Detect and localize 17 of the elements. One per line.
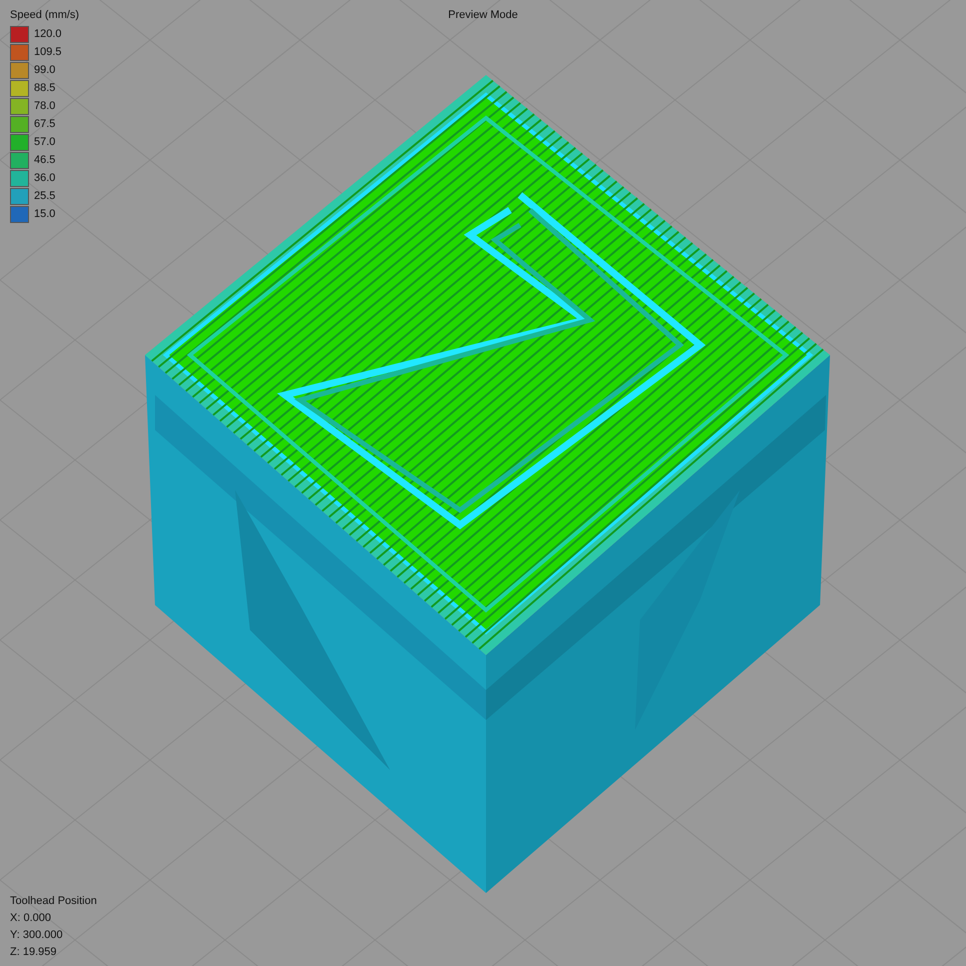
legend-label: 78.0 <box>34 100 56 112</box>
legend-label: 25.5 <box>34 190 56 202</box>
legend-label: 67.5 <box>34 118 56 130</box>
coordinate-text: X: 0.000 <box>10 912 52 924</box>
toolhead-title: Toolhead Position <box>10 895 97 907</box>
legend-label: 88.5 <box>34 82 56 94</box>
view-title: Preview Mode <box>448 9 518 21</box>
legend-label: 15.0 <box>34 208 56 220</box>
legend-title: Speed (mm/s) <box>10 9 80 21</box>
legend-label: 57.0 <box>34 136 56 148</box>
coordinate-text: Z: 19.959 <box>10 946 58 958</box>
legend-label: 109.5 <box>34 46 62 58</box>
legend-label: 46.5 <box>34 154 56 166</box>
legend-label: 36.0 <box>34 172 56 184</box>
legend-label: 99.0 <box>34 64 56 76</box>
coordinate-text: Y: 300.000 <box>10 929 64 941</box>
legend-label: 120.0 <box>34 28 62 40</box>
